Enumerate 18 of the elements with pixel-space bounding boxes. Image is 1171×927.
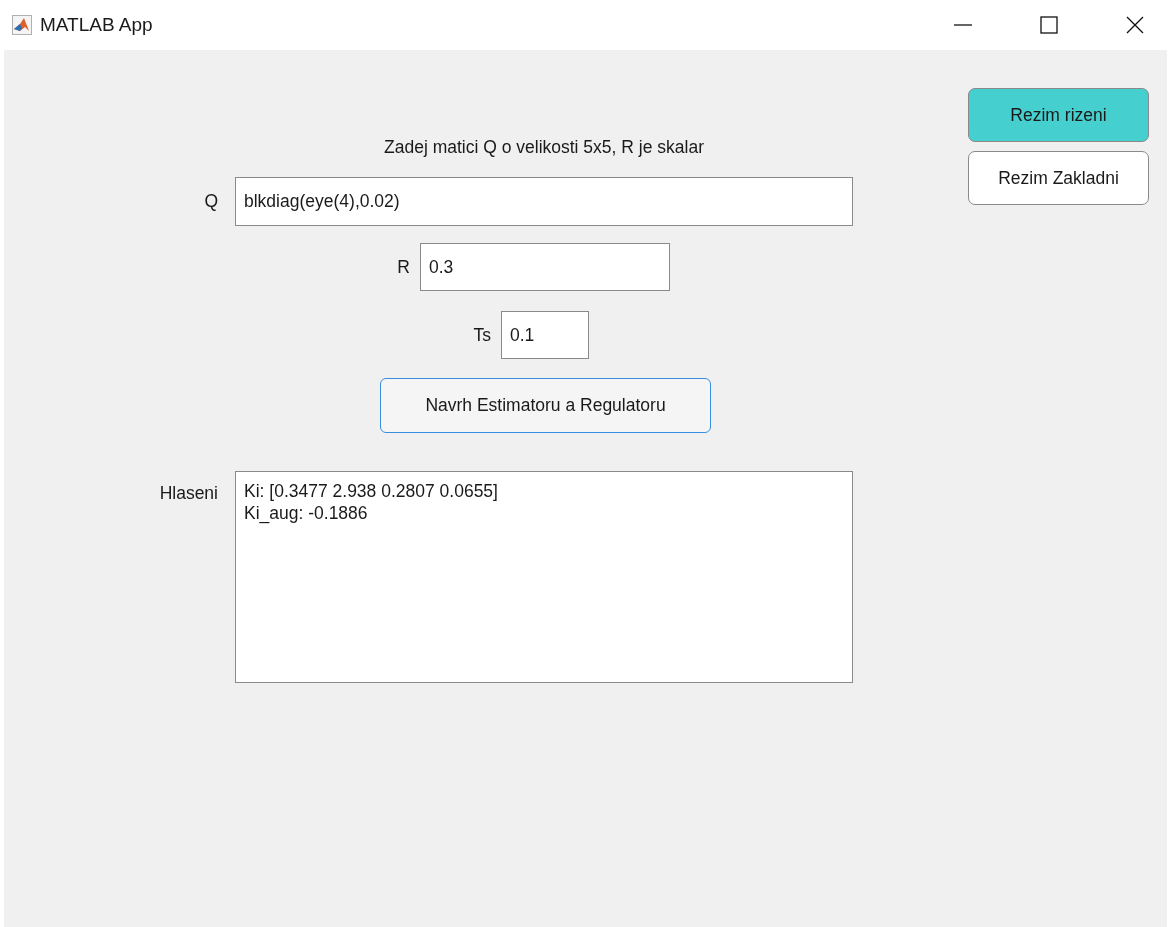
field-label: Hlaseni [158, 482, 219, 504]
instruction-text: Zadej matici Q o velikosti 5x5, R je skalar [383, 136, 705, 158]
design-button[interactable]: Navrh Estimatoru a Regulatoru [380, 378, 711, 433]
message-area[interactable]: Ki: [0.3477 2.938 0.2807 0.0655] Ki_aug: -0.1886 [235, 471, 853, 683]
close-icon[interactable] [1125, 15, 1145, 35]
input-field[interactable]: 0.3 [420, 243, 670, 291]
mode-button[interactable]: Rezim rizeni [968, 88, 1149, 142]
message-line: Ki_aug: -0.1886 [244, 502, 369, 524]
field-label: R [396, 256, 411, 278]
field-label: Ts [472, 324, 492, 346]
maximize-icon[interactable] [1039, 15, 1059, 35]
app-logo-icon [12, 15, 32, 35]
window-title: MATLAB App [40, 14, 153, 36]
input-field[interactable]: 0.1 [501, 311, 589, 359]
mode-button[interactable]: Rezim Zakladni [968, 151, 1149, 205]
message-line: Ki: [0.3477 2.938 0.2807 0.0655] [244, 480, 499, 502]
field-label: Q [203, 191, 219, 212]
input-field[interactable]: blkdiag(eye(4),0.02) [235, 177, 853, 226]
